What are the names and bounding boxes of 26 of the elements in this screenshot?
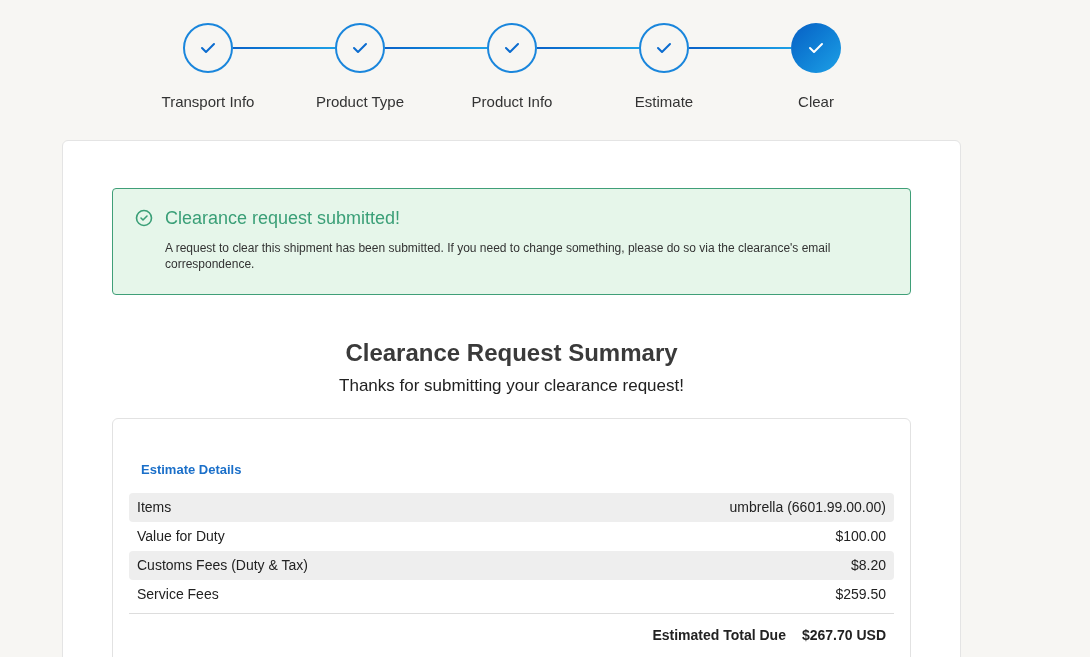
step-label: Transport Info <box>161 92 255 112</box>
row-label: Value for Duty <box>137 527 225 546</box>
step-label: Estimate <box>634 92 694 112</box>
step-label: Product Type <box>315 92 405 112</box>
check-icon <box>808 42 824 54</box>
check-icon <box>352 42 368 54</box>
check-icon <box>200 42 216 54</box>
row-label: Items <box>137 498 172 517</box>
check-circle-icon <box>135 209 153 227</box>
check-icon <box>504 42 520 54</box>
total-value: $267.70 USD <box>801 626 886 645</box>
summary-subtitle: Thanks for submitting your clearance request! <box>339 374 684 397</box>
total-label: Estimated Total Due <box>652 626 786 645</box>
row-value: $100.00 <box>835 527 886 546</box>
summary-title: Clearance Request Summary <box>345 337 678 368</box>
step-label: Product Info <box>471 92 553 112</box>
row-value: $8.20 <box>850 556 886 575</box>
step-label: Clear <box>798 92 834 112</box>
row-label: Service Fees <box>137 585 219 604</box>
row-value: $259.50 <box>835 585 886 604</box>
section-heading: Estimate Details <box>141 462 242 477</box>
row-label: Customs Fees (Duty & Tax) <box>137 556 308 575</box>
check-icon <box>656 42 672 54</box>
alert-title: Clearance request submitted! <box>165 206 401 230</box>
row-value: umbrella (6601.99.00.00) <box>729 498 886 517</box>
alert-message: A request to clear this shipment has been submitted. If you need to change something, please do so via the clearance's email correspondence. <box>165 239 832 272</box>
